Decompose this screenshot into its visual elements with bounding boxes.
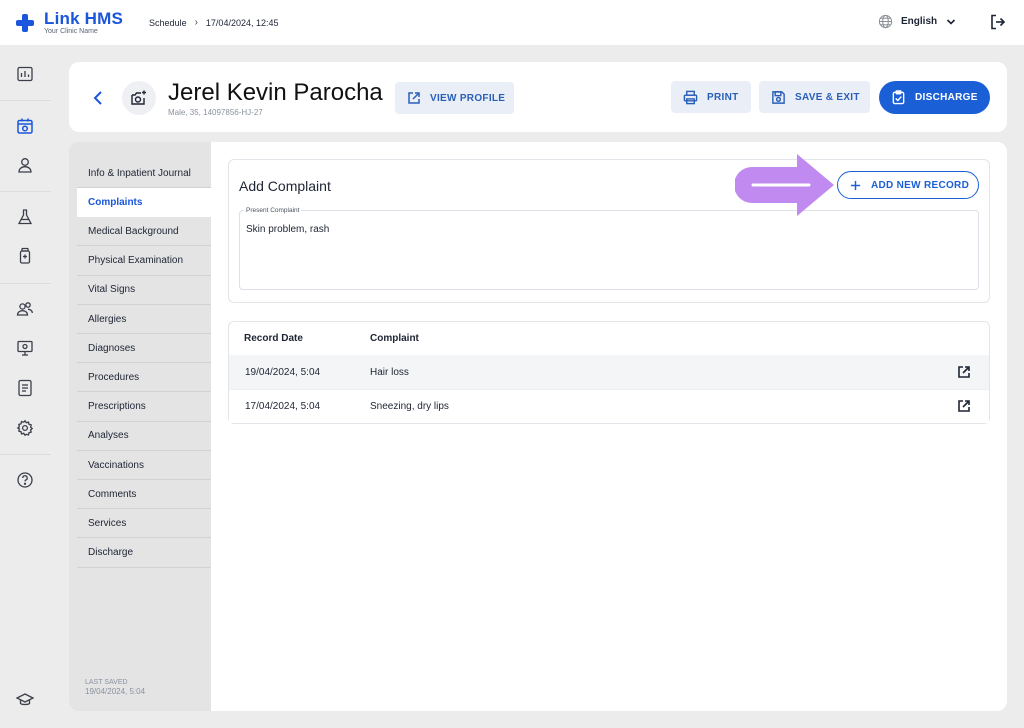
open-record-icon[interactable] [957,365,971,379]
print-button[interactable]: PRINT [671,81,751,113]
top-bar: Link HMS Your Clinic Name Schedule › 17/… [0,0,1024,45]
clipboard-check-icon [892,90,905,105]
table-row[interactable] [229,389,989,423]
nav-item-analyses[interactable]: Analyses [77,422,211,451]
record-date-cell: 17/04/2024, 5:04 [245,401,321,412]
column-complaint: Complaint [370,333,419,344]
table-row[interactable] [229,355,989,389]
monitor-icon[interactable] [15,338,35,358]
chevron-right-icon: › [194,17,198,28]
last-saved-value: 19/04/2024, 5:04 [85,687,146,697]
chevron-down-icon [947,18,956,25]
plus-icon [850,180,861,190]
printer-icon [683,90,698,104]
open-record-icon[interactable] [957,399,971,413]
add-complaint-title: Add Complaint [239,178,331,194]
view-profile-button[interactable]: VIEW PROFILE [395,82,514,114]
nav-item-allergies[interactable]: Allergies [77,305,211,334]
save-exit-button[interactable]: SAVE & EXIT [759,81,870,113]
calendar-icon[interactable] [15,116,35,136]
app-logo[interactable]: Link HMS Your Clinic Name [16,10,123,35]
present-complaint-label: Present Complaint [244,207,302,214]
language-label: English [901,16,938,27]
breadcrumb-schedule[interactable]: Schedule [149,18,187,28]
save-icon [772,90,785,104]
clinic-name: Your Clinic Name [44,28,98,35]
nav-item-complaints[interactable]: Complaints [77,188,211,218]
logout-icon[interactable] [989,13,1007,31]
patient-name: Jerel Kevin Parocha [168,79,383,106]
open-external-icon [408,92,420,104]
last-saved-label: LAST SAVED [85,679,128,686]
add-photo-icon [131,90,146,105]
report-icon[interactable] [15,378,35,398]
nav-item-vital-signs[interactable]: Vital Signs [77,276,211,305]
nav-item-physical-examination[interactable]: Physical Examination [77,247,211,276]
column-record-date: Record Date [244,333,303,344]
breadcrumb: Schedule › 17/04/2024, 12:45 [149,17,278,28]
graduation-cap-icon[interactable] [15,690,35,710]
add-new-record-button[interactable]: ADD NEW RECORD [837,171,979,199]
user-icon[interactable] [15,155,35,175]
last-saved: LAST SAVED 19/04/2024, 5:04 [85,678,145,698]
present-complaint-value[interactable]: Skin problem, rash [246,224,329,235]
globe-icon [878,14,893,29]
nav-item-diagnoses[interactable]: Diagnoses [77,334,211,364]
nav-item-comments[interactable]: Comments [77,480,211,510]
users-group-icon[interactable] [15,299,35,319]
language-selector[interactable]: English [878,14,957,29]
app-name: Link HMS [44,9,124,28]
nav-item-medical-background[interactable]: Medical Background [77,217,211,247]
nav-item-discharge[interactable]: Discharge [77,539,211,568]
complaint-cell: Hair loss [370,367,409,378]
patient-meta: Male, 35, 14097856-HJ-27 [168,108,263,117]
highlight-arrow-icon [735,154,834,216]
back-arrow-icon[interactable] [89,88,107,108]
nav-item-procedures[interactable]: Procedures [77,363,211,393]
help-icon[interactable] [15,470,35,490]
patient-photo-button[interactable] [122,81,156,115]
present-complaint-field[interactable] [239,210,979,290]
dashboard-icon[interactable] [15,64,35,84]
lab-flask-icon[interactable] [15,207,35,227]
discharge-button[interactable]: DISCHARGE [879,81,990,114]
cross-logo-icon [16,13,34,32]
nav-item-vaccinations[interactable]: Vaccinations [77,451,211,480]
settings-icon[interactable] [15,418,35,438]
nav-item-prescriptions[interactable]: Prescriptions [77,393,211,422]
nav-item-info-inpatient-journal[interactable]: Info & Inpatient Journal [77,159,211,188]
record-date-cell: 19/04/2024, 5:04 [245,367,321,378]
medicine-bottle-icon[interactable] [15,246,35,266]
complaint-cell: Sneezing, dry lips [370,401,449,412]
breadcrumb-datetime: 17/04/2024, 12:45 [205,17,279,28]
nav-item-services[interactable]: Services [77,509,211,539]
